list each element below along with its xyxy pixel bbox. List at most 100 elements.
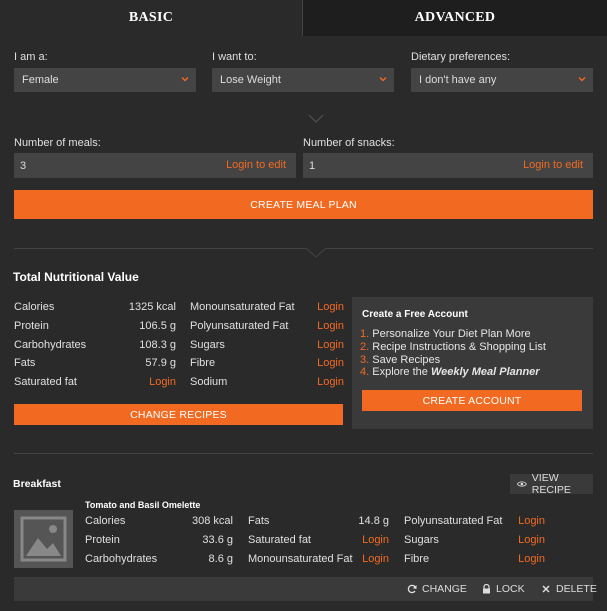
recipe-nutrient-row: Fibre Login	[404, 550, 545, 568]
goal-label: I want to:	[212, 51, 257, 63]
change-meal-button[interactable]: CHANGE	[407, 583, 467, 595]
chevron-down-icon	[578, 77, 586, 82]
nutrient-value: 108.3 g	[139, 339, 176, 351]
nutrient-value: 106.5 g	[139, 320, 176, 332]
tab-advanced[interactable]: ADVANCED	[303, 0, 607, 36]
list-text: Save Recipes	[372, 353, 441, 366]
change-recipes-button[interactable]: CHANGE RECIPES	[14, 404, 343, 425]
list-text: Explore the	[372, 366, 431, 379]
nutrient-value: 8.6 g	[208, 553, 233, 565]
nutrient-value: 57.9 g	[145, 357, 176, 369]
refresh-icon	[407, 584, 417, 594]
nutrient-login-link[interactable]: Login	[317, 354, 344, 372]
recipe-nutrient-row: Carbohydrates 8.6 g	[85, 550, 233, 568]
list-text: Personalize Your Diet Plan More	[372, 328, 531, 340]
nutrient-login-link[interactable]: Login	[317, 336, 344, 354]
snacks-label: Number of snacks:	[303, 137, 395, 149]
nutrient-login-link[interactable]: Login	[518, 531, 545, 549]
nutrient-row: Polyunsaturated Fat Login	[190, 317, 344, 335]
nutrient-row: Fibre Login	[190, 354, 344, 372]
recipe-image[interactable]	[14, 510, 73, 568]
nutrient-login-link[interactable]: Login	[317, 298, 344, 316]
meals-value: 3	[20, 159, 27, 172]
nutrition-col-right: Monounsaturated Fat Login Polyunsaturated…	[190, 298, 344, 391]
nutrient-login-link[interactable]: Login	[518, 550, 545, 568]
meal-action-bar: CHANGE LOCK DELETE	[14, 577, 597, 601]
nutrient-value: 308 kcal	[192, 515, 233, 527]
nutrient-label: Fibre	[404, 553, 430, 565]
lock-label: LOCK	[496, 583, 525, 595]
nutrient-login-link[interactable]: Login	[362, 531, 389, 549]
nutrition-title: Total Nutritional Value	[13, 270, 139, 284]
weekly-meal-planner-emphasis: Weekly Meal Planner	[430, 366, 540, 379]
nutrient-login-link[interactable]: Login	[317, 317, 344, 335]
meal-section-title: Breakfast	[13, 478, 61, 490]
delete-label: DELETE	[556, 583, 597, 595]
nutrient-row: Sugars Login	[190, 336, 344, 354]
gender-select[interactable]: Female	[14, 68, 196, 92]
view-recipe-label: VIEW RECIPE	[531, 472, 571, 496]
nutrient-label: Sugars	[190, 339, 225, 351]
nutrient-label: Monounsaturated Fat	[248, 553, 353, 565]
gender-value: Female	[22, 74, 59, 86]
view-recipe-button[interactable]: VIEW RECIPE	[510, 472, 593, 496]
meals-label: Number of meals:	[14, 137, 101, 149]
recipe-nutrient-row: Polyunsaturated Fat Login	[404, 512, 545, 530]
meals-input[interactable]: 3 Login to edit	[14, 153, 296, 178]
meals-login-link[interactable]: Login to edit	[226, 159, 286, 171]
recipe-nutrient-row: Protein 33.6 g	[85, 531, 233, 549]
list-item: 3. Save Recipes	[360, 354, 588, 367]
nutrient-value: 1325 kcal	[128, 301, 176, 313]
delete-meal-button[interactable]: DELETE	[542, 583, 597, 595]
nutrient-label: Sugars	[404, 534, 439, 546]
nutrient-label: Protein	[85, 534, 120, 546]
nutrient-label: Polyunsaturated Fat	[404, 515, 503, 527]
diet-label: Dietary preferences:	[411, 51, 511, 63]
recipe-name[interactable]: Tomato and Basil Omelette	[85, 500, 200, 510]
nutrient-label: Sodium	[190, 376, 228, 388]
tab-basic[interactable]: BASIC	[0, 0, 302, 36]
nutrient-row: Monounsaturated Fat Login	[190, 298, 344, 316]
close-icon	[542, 585, 550, 593]
lock-meal-button[interactable]: LOCK	[482, 583, 525, 595]
section-divider	[14, 453, 593, 454]
list-item: 4. Explore the Weekly Meal Planner	[360, 366, 588, 379]
tab-advanced-label: ADVANCED	[414, 10, 496, 25]
create-account-button[interactable]: CREATE ACCOUNT	[362, 390, 582, 411]
list-number: 2.	[360, 340, 370, 353]
snacks-login-link[interactable]: Login to edit	[523, 159, 583, 171]
nutrient-row: Sodium Login	[190, 373, 344, 391]
diet-select[interactable]: I don't have any	[411, 68, 593, 92]
nutrient-row: Calories 1325 kcal	[14, 298, 176, 316]
section-divider	[14, 248, 593, 249]
recipe-nutrient-row: Monounsaturated Fat Login	[248, 550, 389, 568]
change-label: CHANGE	[422, 583, 467, 595]
goal-select[interactable]: Lose Weight	[212, 68, 394, 92]
account-panel-title: Create a Free Account	[362, 309, 468, 320]
expand-chevron-icon[interactable]	[308, 114, 324, 124]
nutrient-login-link[interactable]: Login	[317, 373, 344, 391]
nutrient-login-link[interactable]: Login	[362, 550, 389, 568]
nutrient-value: 33.6 g	[202, 534, 233, 546]
nutrient-login-link[interactable]: Login	[518, 512, 545, 530]
snacks-value: 1	[309, 159, 316, 172]
nutrient-label: Carbohydrates	[85, 553, 158, 565]
nutrient-row: Carbohydrates 108.3 g	[14, 336, 176, 354]
recipe-col-3: Polyunsaturated Fat Login Sugars Login Fib…	[404, 512, 545, 568]
recipe-col-1: Calories 308 kcal Protein 33.6 g Carbohydr…	[85, 512, 233, 568]
create-meal-plan-button[interactable]: CREATE MEAL PLAN	[14, 190, 593, 219]
nutrient-value: 14.8 g	[358, 515, 389, 527]
tab-basic-label: BASIC	[128, 10, 174, 25]
account-benefits-list: 1. Personalize Your Diet Plan More 2. Re…	[360, 328, 588, 379]
nutrient-row: Fats 57.9 g	[14, 354, 176, 372]
gender-label: I am a:	[14, 51, 48, 63]
chevron-down-icon	[379, 77, 387, 82]
snacks-input[interactable]: 1 Login to edit	[303, 153, 593, 178]
saturated-fat-login-link[interactable]: Login	[149, 373, 176, 391]
recipe-nutrient-row: Fats 14.8 g	[248, 512, 389, 530]
list-number: 1.	[360, 328, 370, 340]
nutrient-label: Carbohydrates	[14, 339, 87, 351]
recipe-col-2: Fats 14.8 g Saturated fat Login Monounsatu…	[248, 512, 389, 568]
nutrient-label: Saturated fat	[14, 376, 77, 388]
nutrient-label: Calories	[85, 515, 126, 527]
